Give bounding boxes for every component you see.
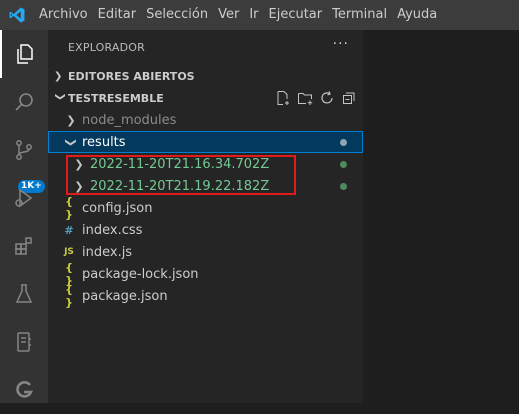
- tree-item-index-css[interactable]: # index.css: [48, 219, 363, 241]
- testing-icon[interactable]: [0, 270, 48, 318]
- search-icon[interactable]: [0, 78, 48, 126]
- json-file-icon: { }: [65, 195, 73, 221]
- tree-item-label: node_modules: [82, 112, 177, 128]
- modified-dot-icon: [340, 139, 347, 146]
- open-editors-section[interactable]: ❯ EDITORES ABIERTOS: [48, 65, 363, 87]
- explorer-sidebar: EXPLORADOR ··· ❯ EDITORES ABIERTOS ❯ TES…: [48, 30, 363, 403]
- chevron-right-icon: ❯: [66, 113, 76, 127]
- highlight-annotation-box: [66, 155, 296, 195]
- activity-bar: 1K+: [0, 30, 48, 403]
- tree-item-label: index.css: [82, 222, 143, 238]
- collapse-all-icon[interactable]: [341, 90, 357, 106]
- js-file-icon: JS: [64, 247, 74, 257]
- menu-ver[interactable]: Ver: [213, 0, 244, 30]
- explorer-title: EXPLORADOR: [68, 41, 146, 54]
- tree-item-label: config.json: [82, 200, 153, 216]
- title-bar: Archivo Editar Selección Ver Ir Ejecutar…: [0, 0, 519, 30]
- menu-seleccion[interactable]: Selección: [141, 0, 213, 30]
- vscode-logo-icon[interactable]: [0, 0, 34, 30]
- open-editors-label: EDITORES ABIERTOS: [68, 69, 195, 83]
- tree-item-config-json[interactable]: { } config.json: [48, 195, 363, 221]
- run-debug-icon[interactable]: [0, 174, 48, 222]
- remote-explorer-icon[interactable]: [0, 318, 48, 366]
- untracked-dot-icon: [340, 161, 347, 168]
- new-folder-icon[interactable]: [297, 90, 313, 106]
- tree-item-label: results: [82, 134, 126, 150]
- json-file-icon: { }: [65, 283, 73, 309]
- workspace-label: TESTRESEMBLE: [68, 91, 164, 105]
- menu-ayuda[interactable]: Ayuda: [392, 0, 442, 30]
- chevron-down-icon: ❯: [54, 92, 66, 101]
- chevron-right-icon: ❯: [54, 70, 63, 82]
- tree-item-label: package-lock.json: [82, 266, 199, 282]
- explorer-icon[interactable]: [0, 30, 48, 78]
- tree-item-index-js[interactable]: JS index.js: [48, 241, 363, 263]
- gitlens-icon[interactable]: [0, 366, 48, 414]
- menu-ejecutar[interactable]: Ejecutar: [264, 0, 328, 30]
- css-file-icon: #: [64, 223, 74, 237]
- untracked-dot-icon: [340, 183, 347, 190]
- menu-terminal[interactable]: Terminal: [327, 0, 392, 30]
- extensions-icon[interactable]: [0, 222, 48, 270]
- menu-ir[interactable]: Ir: [244, 0, 263, 30]
- menu-editar[interactable]: Editar: [93, 0, 142, 30]
- tree-item-node-modules[interactable]: ❯ node_modules: [48, 109, 363, 131]
- tree-item-package-lock-json[interactable]: { } package-lock.json: [48, 261, 363, 287]
- menu-bar: Archivo Editar Selección Ver Ir Ejecutar…: [34, 0, 442, 30]
- workspace-actions: [275, 87, 357, 109]
- tree-item-label: index.js: [82, 244, 133, 260]
- menu-archivo[interactable]: Archivo: [34, 0, 93, 30]
- editor-area: [363, 30, 519, 403]
- chevron-down-icon: ❯: [64, 137, 78, 147]
- refresh-icon[interactable]: [319, 90, 335, 106]
- tree-item-results[interactable]: ❯ results: [48, 131, 363, 153]
- tree-item-label: package.json: [82, 288, 168, 304]
- more-actions-icon[interactable]: ···: [333, 36, 349, 52]
- source-control-icon[interactable]: [0, 126, 48, 174]
- workspace-section[interactable]: ❯ TESTRESEMBLE: [48, 87, 363, 109]
- new-file-icon[interactable]: [275, 90, 291, 106]
- tree-item-package-json[interactable]: { } package.json: [48, 283, 363, 309]
